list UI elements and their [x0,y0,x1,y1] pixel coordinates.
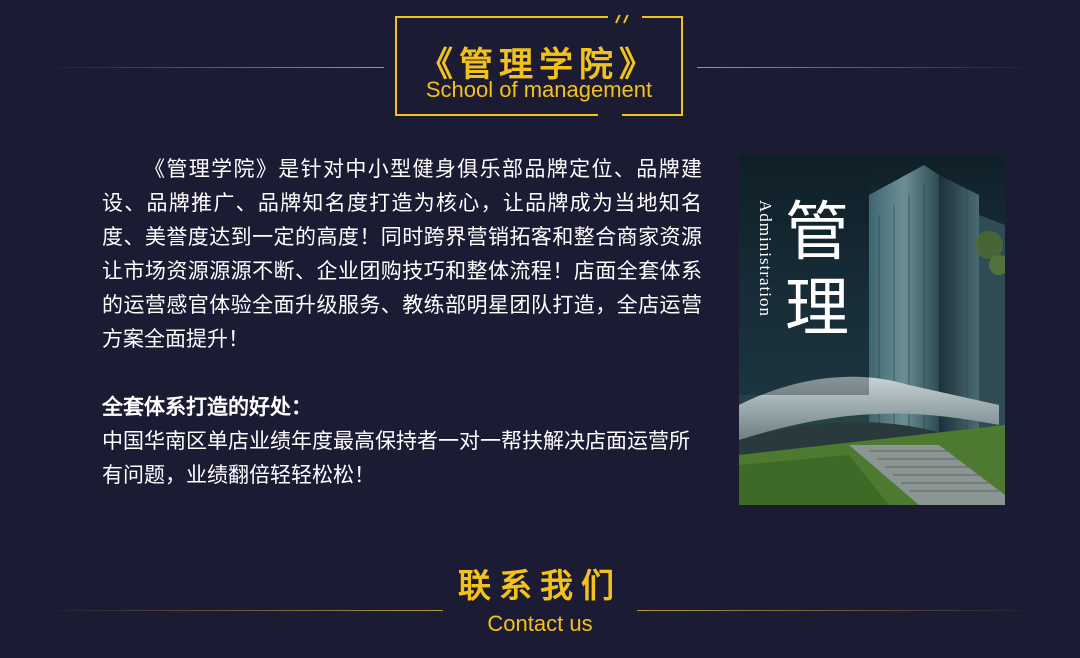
benefits-text: 中国华南区单店业绩年度最高保持者一对一帮扶解决店面运营所有问题，业绩翻倍轻轻松松… [102,429,690,487]
section-subtitle: School of management [425,77,653,102]
intro-paragraph: 《管理学院》是针对中小型健身俱乐部品牌定位、品牌建设、品牌推广、品牌知名度打造为… [102,157,702,351]
header-divider-left [40,67,384,68]
administration-photo: Administration 管 理 [739,155,1005,505]
contact-divider-left [40,610,443,611]
main-content: 《管理学院》是针对中小型健身俱乐部品牌定位、品牌建设、品牌推广、品牌知名度打造为… [102,152,702,492]
header-divider-right [697,67,1040,68]
section-title-frame: 《管理学院》 School of management [394,15,684,116]
contact-title: 联系我们 [458,566,622,605]
photo-label-en: Administration [756,200,775,317]
photo-char-2: 理 [785,272,849,346]
contact-subtitle: Contact us [487,611,593,636]
photo-char-1: 管 [785,196,849,270]
benefits-heading: 全套体系打造的好处： [102,395,312,419]
contact-divider-right [637,610,1040,611]
photo-label-cn: 管 理 [777,195,857,347]
